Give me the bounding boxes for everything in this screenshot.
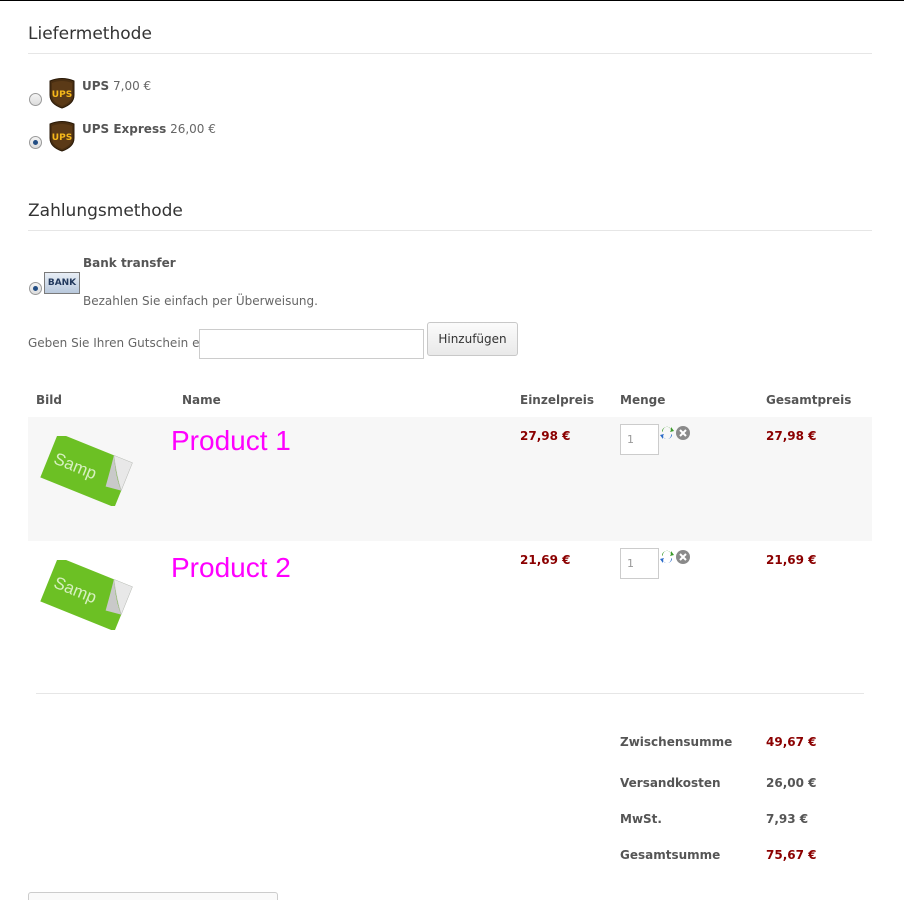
grand-total-value: 75,67 € xyxy=(766,848,817,862)
column-header-unit-price: Einzelpreis xyxy=(520,393,594,407)
column-header-quantity: Menge xyxy=(620,393,666,407)
tax-value: 7,93 € xyxy=(766,812,809,826)
unit-price: 21,69 € xyxy=(520,553,571,567)
line-total: 27,98 € xyxy=(766,429,817,443)
shipping-option-ups-express: UPS Express 26,00 € xyxy=(82,122,216,136)
product-thumbnail-image: Samp xyxy=(40,560,133,630)
voucher-label: Geben Sie Ihren Gutschein ein xyxy=(28,336,211,350)
ups-logo-icon: UPS xyxy=(49,78,75,109)
table-row xyxy=(28,417,872,541)
divider xyxy=(28,53,872,54)
shipping-section-title: Liefermethode xyxy=(28,24,152,44)
subtotal-value: 49,67 € xyxy=(766,735,817,749)
product-name[interactable]: Product 1 xyxy=(171,425,291,457)
tax-label: MwSt. xyxy=(620,812,662,826)
line-total: 21,69 € xyxy=(766,553,817,567)
shipping-option-name: UPS xyxy=(82,79,110,93)
remove-icon[interactable] xyxy=(675,425,691,441)
svg-text:UPS: UPS xyxy=(52,90,72,100)
shipping-option-price: 7,00 € xyxy=(113,79,152,93)
refresh-icon[interactable] xyxy=(659,549,675,565)
column-header-total: Gesamtpreis xyxy=(766,393,852,407)
payment-method-description: Bezahlen Sie einfach per Überweisung. xyxy=(83,294,318,308)
column-header-image: Bild xyxy=(36,393,62,407)
subtotal-label: Zwischensumme xyxy=(620,735,733,749)
svg-text:UPS: UPS xyxy=(52,133,72,143)
product-name[interactable]: Product 2 xyxy=(171,552,291,584)
comment-field[interactable] xyxy=(28,892,278,900)
shipping-cost-value: 26,00 € xyxy=(766,776,817,790)
shipping-option-name: UPS Express xyxy=(82,122,167,136)
payment-section-title: Zahlungsmethode xyxy=(28,201,183,221)
shipping-option-ups: UPS 7,00 € xyxy=(82,79,151,93)
shipping-radio-ups-express[interactable] xyxy=(29,136,42,149)
divider xyxy=(28,230,872,231)
column-header-name: Name xyxy=(182,393,221,407)
bank-logo-icon: BANK xyxy=(44,272,80,294)
product-thumbnail-image: Samp xyxy=(40,436,133,506)
shipping-radio-ups[interactable] xyxy=(29,93,42,106)
add-voucher-button[interactable]: Hinzufügen xyxy=(427,322,518,356)
voucher-input[interactable] xyxy=(199,329,424,359)
shipping-cost-label: Versandkosten xyxy=(620,776,721,790)
payment-radio-bank-transfer[interactable] xyxy=(29,282,42,295)
refresh-icon[interactable] xyxy=(659,425,675,441)
grand-total-label: Gesamtsumme xyxy=(620,848,721,862)
divider xyxy=(36,693,864,694)
remove-icon[interactable] xyxy=(675,549,691,565)
top-border xyxy=(0,0,904,1)
unit-price: 27,98 € xyxy=(520,429,571,443)
payment-method-name: Bank transfer xyxy=(83,256,176,270)
quantity-input[interactable]: 1 xyxy=(620,424,659,455)
ups-logo-icon: UPS xyxy=(49,121,75,152)
quantity-input[interactable]: 1 xyxy=(620,548,659,579)
shipping-option-price: 26,00 € xyxy=(170,122,216,136)
